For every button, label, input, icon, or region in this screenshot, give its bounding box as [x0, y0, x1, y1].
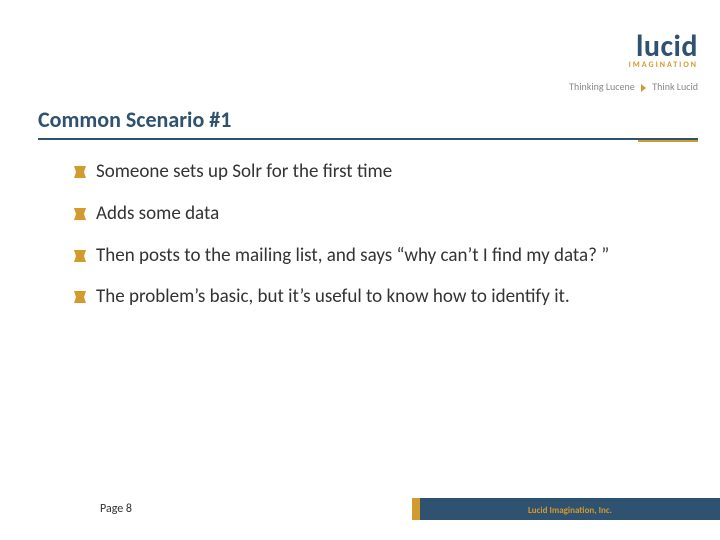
tagline-right: Think Lucid	[652, 80, 698, 93]
logo-tagline: Thinking Lucene Think Lucid	[569, 80, 698, 93]
bullet-text: Then posts to the mailing list, and says…	[96, 244, 609, 267]
bullet-icon	[74, 208, 86, 220]
content-area: Someone sets up Solr for the first time …	[78, 160, 672, 327]
bullet-icon	[74, 250, 86, 262]
title-rule	[38, 138, 698, 140]
footer-company: Lucid Imagination, Inc.	[420, 505, 720, 516]
bullet-text: The problem’s basic, but it’s useful to …	[96, 285, 570, 308]
footer: Page 8 Lucid Imagination, Inc.	[0, 492, 720, 520]
logo-word: lucid	[569, 32, 698, 62]
tagline-separator-icon	[641, 84, 646, 92]
bullet-icon	[74, 166, 86, 178]
slide: lucid IMAGINATION Thinking Lucene Think …	[0, 0, 720, 540]
list-item: Someone sets up Solr for the first time	[96, 160, 672, 184]
footer-accent	[412, 498, 420, 520]
list-item: The problem’s basic, but it’s useful to …	[96, 285, 672, 309]
brand-logo: lucid IMAGINATION Thinking Lucene Think …	[569, 32, 698, 93]
bullet-icon	[74, 291, 86, 303]
list-item: Adds some data	[96, 202, 672, 226]
bullet-text: Adds some data	[96, 202, 219, 225]
tagline-left: Thinking Lucene	[569, 80, 635, 93]
page-number: Page 8	[100, 502, 132, 516]
logo-subtext: IMAGINATION	[569, 60, 698, 70]
list-item: Then posts to the mailing list, and says…	[96, 244, 672, 268]
bullet-text: Someone sets up Solr for the first time	[96, 160, 392, 183]
page-title: Common Scenario #1	[38, 106, 231, 133]
